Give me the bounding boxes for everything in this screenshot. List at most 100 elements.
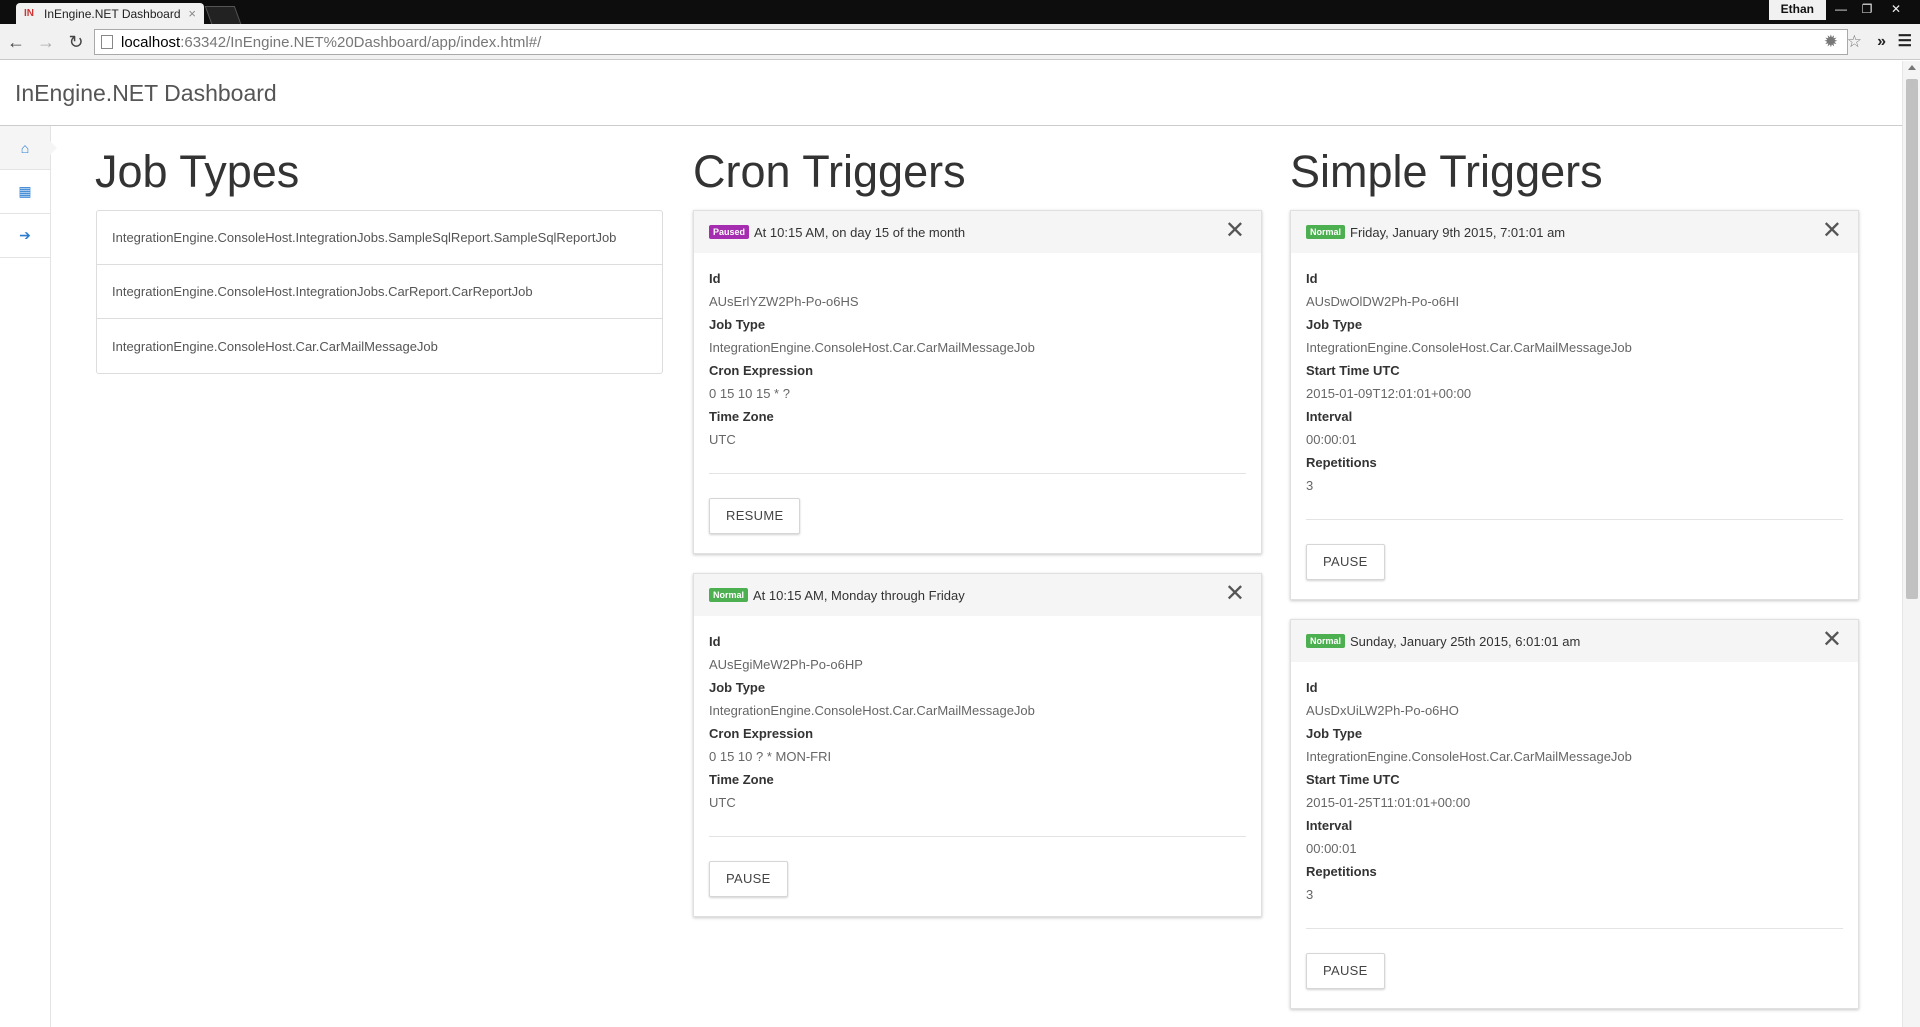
forward-arrow-icon[interactable]: → xyxy=(34,30,58,54)
time-zone-label: Time Zone xyxy=(709,772,774,787)
pause-button[interactable]: PAUSE xyxy=(1306,953,1385,989)
delete-trigger-close-icon[interactable]: ✕ xyxy=(1822,219,1842,243)
job-type-label: Job Type xyxy=(709,317,766,332)
more-extensions-icon[interactable]: » xyxy=(1877,30,1886,54)
bookmark-star-icon[interactable]: ☆ xyxy=(1847,32,1862,52)
trigger-description: Friday, January 9th 2015, 7:01:01 am xyxy=(1350,224,1566,240)
card-header: Normal At 10:15 AM, Monday through Frida… xyxy=(694,574,1261,616)
job-types-list: IntegrationEngine.ConsoleHost.Integratio… xyxy=(96,210,663,374)
page-scrollbar[interactable] xyxy=(1902,61,1920,1027)
job-type-label: Job Type xyxy=(1306,317,1363,332)
trigger-description: At 10:15 AM, Monday through Friday xyxy=(753,587,965,603)
time-zone-value: UTC xyxy=(709,432,736,447)
simple-triggers-heading: Simple Triggers xyxy=(1290,146,1603,197)
interval-value: 00:00:01 xyxy=(1306,432,1357,447)
sidebar-item-home[interactable]: ⌂ xyxy=(0,126,57,170)
simple-trigger-card: Normal Friday, January 9th 2015, 7:01:01… xyxy=(1290,210,1859,600)
repetitions-value: 3 xyxy=(1306,478,1314,493)
resume-button[interactable]: RESUME xyxy=(709,498,801,534)
repetitions-value: 3 xyxy=(1306,887,1314,902)
trigger-description: Sunday, January 25th 2015, 6:01:01 am xyxy=(1350,633,1581,649)
start-time-value: 2015-01-09T12:01:01+00:00 xyxy=(1306,386,1472,401)
start-time-label: Start Time UTC xyxy=(1306,363,1400,378)
status-badge: Normal xyxy=(1306,225,1346,239)
job-type-value: IntegrationEngine.ConsoleHost.Car.CarMai… xyxy=(709,340,1035,355)
id-label: Id xyxy=(709,271,721,286)
job-type-value: IntegrationEngine.ConsoleHost.Car.CarMai… xyxy=(1306,749,1632,764)
browser-toolbar: ← → ↻ localhost:63342/InEngine.NET%20Das… xyxy=(0,24,1920,60)
reload-icon[interactable]: ↻ xyxy=(64,30,88,54)
delete-trigger-close-icon[interactable]: ✕ xyxy=(1225,582,1245,606)
status-badge: Normal xyxy=(1306,634,1346,648)
pause-button[interactable]: PAUSE xyxy=(709,861,788,897)
page-icon xyxy=(101,35,113,49)
id-label: Id xyxy=(709,634,721,649)
repetitions-label: Repetitions xyxy=(1306,455,1377,470)
time-zone-label: Time Zone xyxy=(709,409,774,424)
url-host: localhost xyxy=(121,33,181,51)
url-path: :63342/InEngine.NET%20Dashboard/app/inde… xyxy=(180,33,542,51)
list-item[interactable]: IntegrationEngine.ConsoleHost.Integratio… xyxy=(97,265,662,319)
delete-trigger-close-icon[interactable]: ✕ xyxy=(1225,219,1245,243)
browser-tabstrip: IN InEngine.NET Dashboard × Ethan — ❐ ✕ xyxy=(0,0,1920,24)
delete-trigger-close-icon[interactable]: ✕ xyxy=(1822,628,1842,652)
list-item[interactable]: IntegrationEngine.ConsoleHost.Integratio… xyxy=(97,211,662,265)
cron-trigger-card: Normal At 10:15 AM, Monday through Frida… xyxy=(693,573,1262,917)
job-types-heading: Job Types xyxy=(95,146,300,197)
cron-trigger-card: Paused At 10:15 AM, on day 15 of the mon… xyxy=(693,210,1262,554)
list-item[interactable]: IntegrationEngine.ConsoleHost.Car.CarMai… xyxy=(97,319,662,373)
cron-expression-label: Cron Expression xyxy=(709,363,814,378)
repetitions-label: Repetitions xyxy=(1306,864,1377,879)
back-arrow-icon[interactable]: ← xyxy=(4,30,28,54)
id-label: Id xyxy=(1306,680,1318,695)
cron-expression-label: Cron Expression xyxy=(709,726,814,741)
id-value: AUsEgiMeW2Ph-Po-o6HP xyxy=(709,657,863,672)
job-type-value: IntegrationEngine.ConsoleHost.Car.CarMai… xyxy=(1306,340,1632,355)
window-close-icon[interactable]: ✕ xyxy=(1882,0,1910,20)
cron-expression-value: 0 15 10 ? * MON-FRI xyxy=(709,749,832,764)
cron-expression-value: 0 15 10 15 * ? xyxy=(709,386,790,401)
card-header: Normal Friday, January 9th 2015, 7:01:01… xyxy=(1291,211,1858,253)
sidebar-nav: ⌂ ▦ ➔ xyxy=(0,126,57,1027)
tab-close-icon[interactable]: × xyxy=(188,6,196,21)
pause-button[interactable]: PAUSE xyxy=(1306,544,1385,580)
card-header: Normal Sunday, January 25th 2015, 6:01:0… xyxy=(1291,620,1858,662)
arrow-right-icon: ➔ xyxy=(19,227,31,243)
app-header: InEngine.NET Dashboard xyxy=(0,61,1902,126)
maximize-icon[interactable]: ❐ xyxy=(1854,0,1880,20)
card-header: Paused At 10:15 AM, on day 15 of the mon… xyxy=(694,211,1261,253)
job-type-label: Job Type xyxy=(1306,726,1363,741)
extension-icon[interactable]: ✹ xyxy=(1824,32,1838,52)
browser-tab-title: InEngine.NET Dashboard xyxy=(44,6,181,21)
browser-tab[interactable]: IN InEngine.NET Dashboard × xyxy=(16,3,204,24)
home-icon: ⌂ xyxy=(20,139,30,156)
start-time-value: 2015-01-25T11:01:01+00:00 xyxy=(1306,795,1471,810)
browser-menu-icon[interactable]: ☰ xyxy=(1898,30,1912,54)
trigger-description: At 10:15 AM, on day 15 of the month xyxy=(754,224,966,240)
app-favicon-icon: IN xyxy=(24,7,34,19)
id-value: AUsDxUiLW2Ph-Po-o6HO xyxy=(1306,703,1459,718)
id-value: AUsDwOlDW2Ph-Po-o6HI xyxy=(1306,294,1460,309)
cron-triggers-heading: Cron Triggers xyxy=(693,146,966,197)
start-time-label: Start Time UTC xyxy=(1306,772,1400,787)
job-type-label: Job Type xyxy=(709,680,766,695)
address-bar[interactable]: localhost:63342/InEngine.NET%20Dashboard… xyxy=(94,29,1848,55)
time-zone-value: UTC xyxy=(709,795,736,810)
job-type-value: IntegrationEngine.ConsoleHost.Car.CarMai… xyxy=(709,703,1035,718)
simple-trigger-card: Normal Sunday, January 25th 2015, 6:01:0… xyxy=(1290,619,1859,1009)
new-tab-button[interactable] xyxy=(204,6,242,24)
interval-label: Interval xyxy=(1306,818,1353,833)
interval-label: Interval xyxy=(1306,409,1353,424)
app-title[interactable]: InEngine.NET Dashboard xyxy=(15,80,277,107)
scroll-up-arrow-icon[interactable] xyxy=(1908,65,1916,70)
sidebar-item-logout[interactable]: ➔ xyxy=(0,214,50,258)
scroll-thumb[interactable] xyxy=(1906,79,1918,599)
sidebar-item-calendar[interactable]: ▦ xyxy=(0,170,50,214)
profile-button[interactable]: Ethan xyxy=(1768,0,1826,20)
status-badge: Normal xyxy=(709,588,749,602)
status-badge: Paused xyxy=(709,225,750,239)
minimize-icon[interactable]: — xyxy=(1828,0,1854,20)
interval-value: 00:00:01 xyxy=(1306,841,1357,856)
calendar-icon: ▦ xyxy=(18,183,32,199)
id-value: AUsErlYZW2Ph-Po-o6HS xyxy=(709,294,859,309)
